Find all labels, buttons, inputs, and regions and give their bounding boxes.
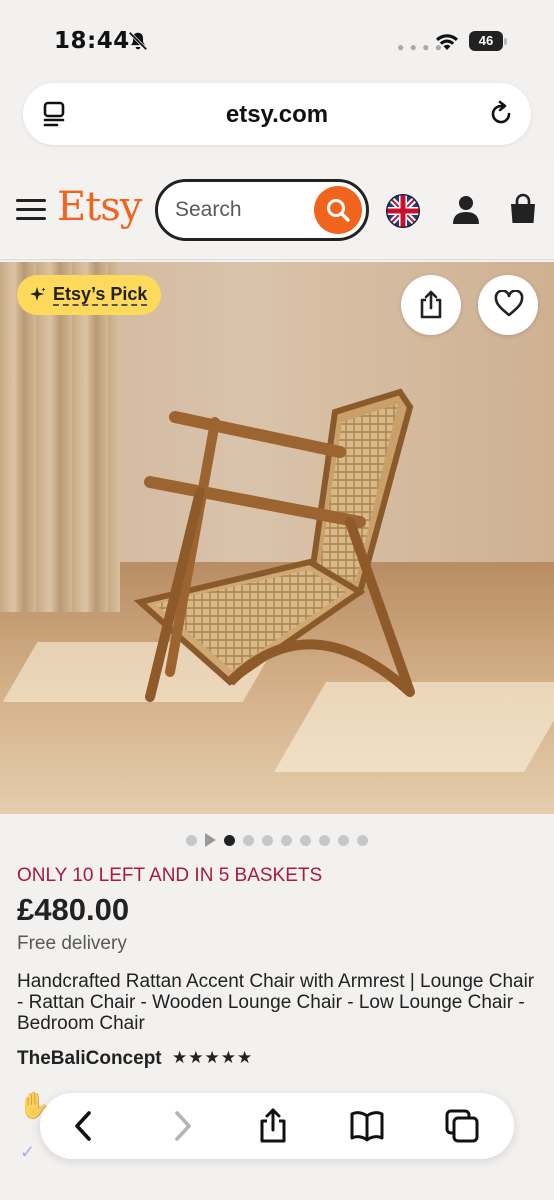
delivery-info: Free delivery bbox=[17, 933, 127, 954]
video-play-icon[interactable] bbox=[205, 833, 216, 847]
badge-label: Etsy’s Pick bbox=[53, 284, 148, 306]
image-carousel-dots bbox=[0, 832, 554, 848]
status-bar: 18:44 ● ● ● ● 46 bbox=[0, 0, 554, 80]
carousel-dot[interactable] bbox=[243, 834, 254, 846]
share-button[interactable] bbox=[401, 275, 461, 335]
address-bar[interactable]: etsy.com bbox=[23, 83, 531, 145]
sparkle-icon bbox=[30, 287, 46, 301]
carousel-dot[interactable] bbox=[319, 834, 330, 846]
search-input[interactable] bbox=[175, 196, 305, 224]
reload-icon[interactable] bbox=[487, 100, 515, 128]
product-price: £480.00 bbox=[17, 892, 130, 927]
carousel-dot[interactable] bbox=[281, 834, 292, 846]
share-icon bbox=[420, 290, 442, 319]
product-title: Handcrafted Rattan Accent Chair with Arm… bbox=[17, 971, 535, 1034]
seller-name[interactable]: TheBaliConcept bbox=[17, 1048, 162, 1070]
carousel-dot[interactable] bbox=[262, 834, 273, 846]
stock-notice: ONLY 10 LEFT AND IN 5 BASKETS bbox=[17, 865, 323, 886]
rating-stars[interactable]: ★★★★★ bbox=[172, 1048, 253, 1068]
search-box bbox=[155, 179, 369, 241]
battery-level: 46 bbox=[469, 31, 503, 51]
search-icon bbox=[327, 199, 350, 222]
favorite-button[interactable] bbox=[478, 275, 538, 335]
menu-icon[interactable] bbox=[16, 199, 46, 223]
bell-muted-icon bbox=[128, 31, 148, 51]
site-header: Etsy bbox=[0, 160, 554, 260]
status-time: 18:44 bbox=[54, 28, 130, 54]
account-icon[interactable] bbox=[451, 194, 481, 226]
forward-icon[interactable] bbox=[163, 1108, 199, 1144]
url-domain[interactable]: etsy.com bbox=[23, 101, 531, 129]
carousel-dot-active[interactable] bbox=[224, 834, 235, 846]
etsy-logo[interactable]: Etsy bbox=[57, 184, 142, 230]
chair-photo bbox=[133, 388, 415, 702]
browser-toolbar bbox=[40, 1093, 514, 1159]
carousel-dot[interactable] bbox=[300, 834, 311, 846]
etsys-pick-badge[interactable]: Etsy’s Pick bbox=[17, 275, 162, 315]
wifi-icon bbox=[436, 34, 458, 50]
battery-icon: 46 bbox=[469, 31, 507, 51]
back-icon[interactable] bbox=[67, 1108, 103, 1144]
search-button[interactable] bbox=[314, 186, 362, 234]
check-icon: ✓ bbox=[20, 1142, 36, 1162]
cart-icon[interactable] bbox=[508, 193, 538, 225]
carousel-dot[interactable] bbox=[186, 834, 197, 846]
carousel-dot[interactable] bbox=[357, 834, 368, 846]
carousel-dot[interactable] bbox=[338, 834, 349, 846]
bookmarks-icon[interactable] bbox=[349, 1108, 385, 1144]
heart-icon bbox=[494, 290, 524, 317]
product-image[interactable]: Etsy’s Pick bbox=[0, 262, 554, 814]
tabs-icon[interactable] bbox=[444, 1108, 480, 1144]
browser-share-icon[interactable] bbox=[255, 1108, 291, 1144]
uk-flag-icon[interactable] bbox=[386, 194, 420, 228]
